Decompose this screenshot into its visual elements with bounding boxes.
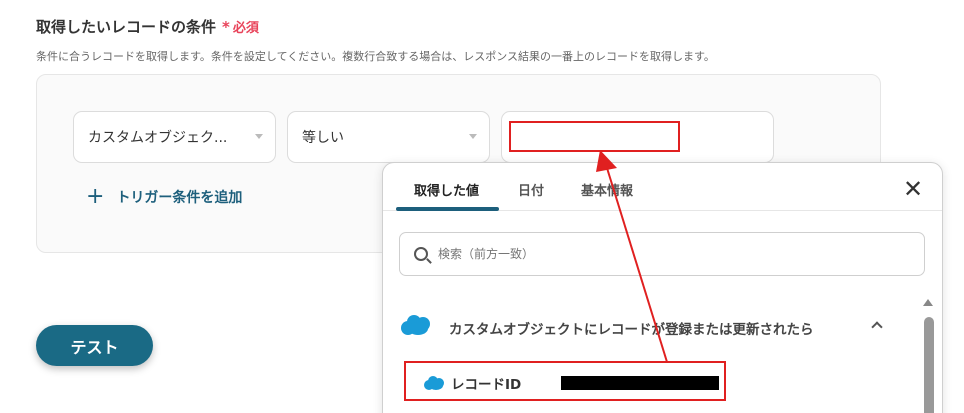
tab-date[interactable]: 日付	[518, 180, 544, 199]
condition-value-input[interactable]	[501, 111, 774, 163]
scroll-up-arrow[interactable]	[923, 299, 933, 306]
plus-icon: +	[86, 184, 105, 209]
salesforce-cloud-icon	[399, 313, 433, 337]
add-trigger-condition-button[interactable]: + トリガー条件を追加	[86, 186, 242, 208]
required-label: 必須	[232, 21, 259, 36]
field-select[interactable]: カスタムオブジェク...	[73, 111, 276, 163]
test-button[interactable]: テスト	[36, 325, 153, 366]
chevron-down-icon	[255, 134, 263, 139]
panel-tabs: 取得した値 日付 基本情報	[383, 163, 942, 211]
field-select-value: カスタムオブジェク...	[88, 130, 228, 146]
add-trigger-label: トリガー条件を追加	[116, 190, 243, 206]
close-icon[interactable]: ✕	[903, 177, 923, 201]
tab-basic-info[interactable]: 基本情報	[581, 180, 633, 199]
active-tab-indicator	[396, 207, 499, 211]
tab-acquired-values[interactable]: 取得した値	[414, 180, 479, 199]
scrollbar-thumb[interactable]	[924, 317, 934, 413]
search-field[interactable]	[399, 232, 925, 276]
group-header-custom-object[interactable]: カスタムオブジェクトにレコードが登録または更新されたら	[399, 311, 909, 341]
required-badge: * 必須	[222, 17, 259, 36]
search-icon	[414, 247, 428, 261]
salesforce-cloud-icon	[423, 375, 447, 391]
chevron-up-icon[interactable]	[871, 321, 883, 333]
redacted-value	[561, 376, 719, 390]
operator-select-value: 等しい	[302, 130, 344, 146]
group-header-label: カスタムオブジェクトにレコードが登録または更新されたら	[449, 322, 814, 338]
section-description: 条件に合うレコードを取得します。条件を設定してください。複数行合致する場合は、レ…	[36, 50, 715, 63]
search-input[interactable]	[438, 247, 838, 261]
section-title: 取得したいレコードの条件 * 必須	[36, 16, 259, 37]
record-id-label: レコードID	[451, 377, 522, 393]
value-picker-panel: 取得した値 日付 基本情報 ✕ カスタムオブジェクトにレコードが登録または更新さ…	[382, 162, 943, 413]
record-id-item[interactable]: レコードID	[405, 363, 725, 403]
section-title-text: 取得したいレコードの条件	[36, 18, 217, 36]
required-star: *	[222, 18, 230, 36]
operator-select[interactable]: 等しい	[287, 111, 490, 163]
chevron-down-icon	[469, 134, 477, 139]
